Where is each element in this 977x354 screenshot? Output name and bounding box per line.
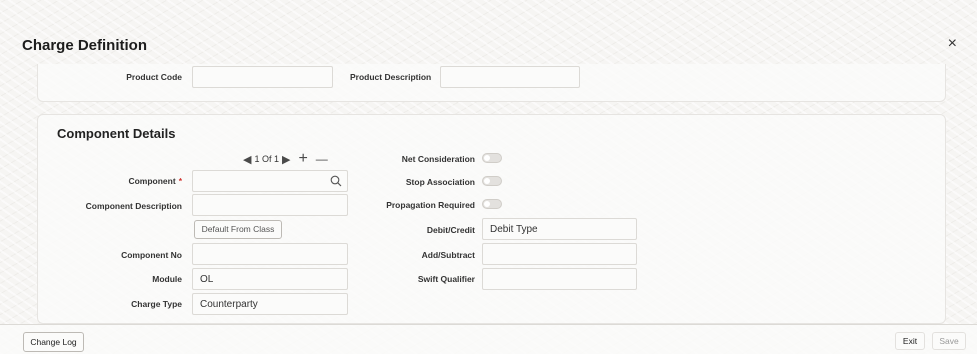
product-code-label: Product Code (126, 72, 182, 82)
module-input[interactable] (192, 268, 348, 290)
debit-credit-input[interactable] (482, 218, 637, 240)
net-consideration-label: Net Consideration (401, 154, 475, 164)
component-no-label: Component No (121, 250, 182, 260)
required-indicator: * (178, 176, 182, 186)
record-count: 1 Of 1 (254, 154, 279, 164)
product-code-input[interactable] (192, 66, 333, 88)
add-record-icon[interactable]: + (298, 150, 307, 168)
change-log-button[interactable]: Change Log (23, 332, 84, 352)
exit-button[interactable]: Exit (895, 332, 925, 350)
section-title-component-details: Component Details (57, 126, 176, 141)
page-title: Charge Definition (22, 37, 148, 54)
add-subtract-input[interactable] (482, 243, 637, 265)
record-pager: ◀ 1 Of 1 ▶ + — (243, 150, 328, 168)
stop-association-toggle[interactable] (482, 176, 502, 186)
swift-qualifier-label: Swift Qualifier (417, 274, 475, 284)
component-label-text: Component (128, 176, 176, 186)
default-from-class-button[interactable]: Default From Class (194, 220, 282, 239)
charge-type-input[interactable] (192, 293, 348, 315)
debit-credit-label: Debit/Credit (426, 225, 475, 235)
propagation-required-toggle[interactable] (482, 199, 502, 209)
footer-bar (0, 324, 977, 354)
next-record-icon[interactable]: ▶ (282, 153, 290, 166)
save-button[interactable]: Save (932, 332, 966, 350)
previous-record-icon[interactable]: ◀ (243, 153, 251, 166)
search-icon[interactable] (330, 175, 342, 187)
charge-type-label: Charge Type (131, 299, 182, 309)
component-label: Component * (128, 176, 182, 186)
add-subtract-label: Add/Subtract (421, 250, 475, 260)
component-description-input[interactable] (192, 194, 348, 216)
component-no-input[interactable] (192, 243, 348, 265)
module-label: Module (152, 274, 182, 284)
product-description-label: Product Description (350, 72, 432, 82)
component-description-label: Component Description (85, 201, 182, 211)
propagation-required-label: Propagation Required (386, 200, 475, 210)
swift-qualifier-input[interactable] (482, 268, 637, 290)
product-description-input[interactable] (440, 66, 580, 88)
stop-association-label: Stop Association (405, 177, 475, 187)
component-input[interactable] (192, 170, 348, 192)
remove-record-icon[interactable]: — (316, 152, 328, 166)
close-icon[interactable]: × (948, 36, 957, 52)
net-consideration-toggle[interactable] (482, 153, 502, 163)
